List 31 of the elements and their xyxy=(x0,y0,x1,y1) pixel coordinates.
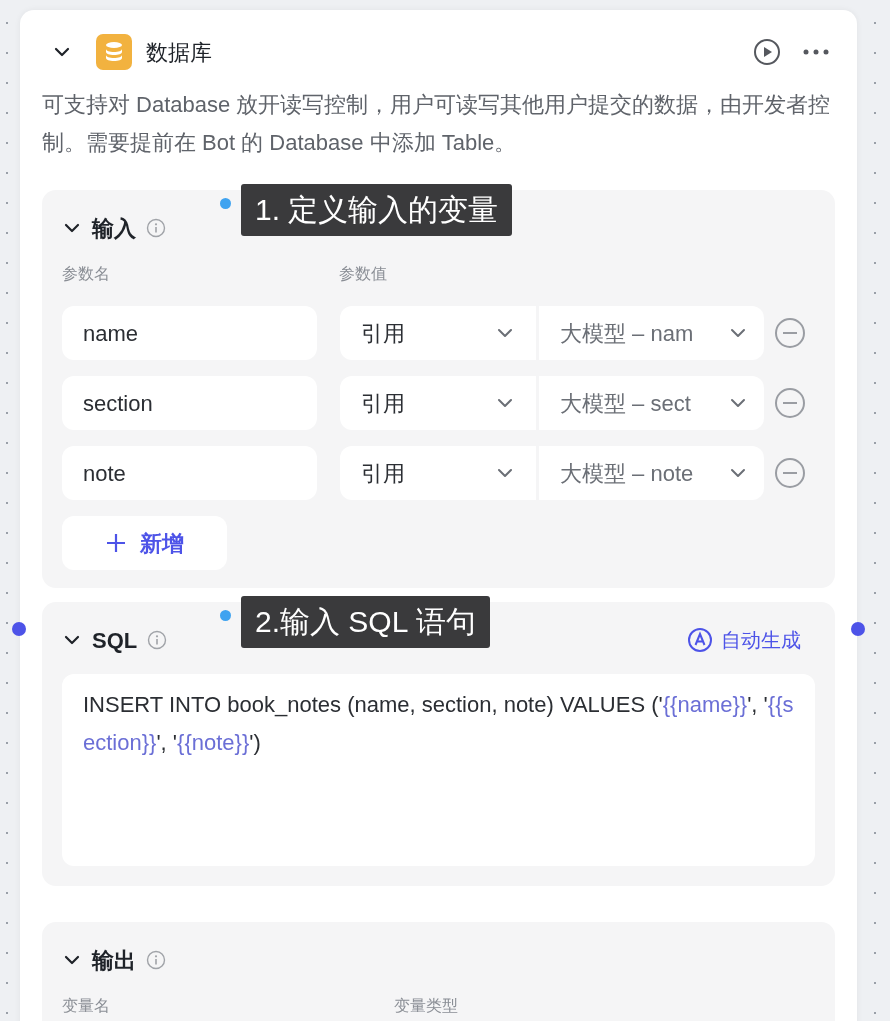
section-title: 输出 xyxy=(92,946,136,975)
node-title: 数据库 xyxy=(146,38,212,67)
source-select[interactable]: 引用 xyxy=(340,376,536,430)
play-icon[interactable] xyxy=(753,38,781,66)
column-header: 参数值 xyxy=(339,264,388,284)
info-icon xyxy=(146,218,166,238)
database-icon xyxy=(96,34,132,70)
source-select[interactable]: 引用 xyxy=(340,446,536,500)
more-icon[interactable] xyxy=(803,49,829,55)
sql-editor[interactable]: INSERT INTO book_notes (name, section, note) VALUES ('{{name}}', '{{section}}', '{{note}}') xyxy=(62,674,815,866)
column-header: 变量类型 xyxy=(394,996,459,1016)
column-header: 参数名 xyxy=(62,264,111,284)
parameter-name-field[interactable]: section xyxy=(62,376,317,430)
section-title: SQL xyxy=(92,626,138,655)
info-icon xyxy=(147,630,168,650)
auto-generate-button[interactable]: 自动生成 xyxy=(687,625,801,655)
plus-icon xyxy=(105,533,126,553)
value-select[interactable]: 大模型 – sect xyxy=(539,376,764,430)
annotation-label: 1. 定义输入的变量 xyxy=(241,184,513,236)
section-title: 输入 xyxy=(92,214,136,243)
parameter-name-field[interactable]: note xyxy=(62,446,317,500)
add-button[interactable]: 新增 xyxy=(62,516,227,570)
value-select[interactable]: 大模型 – note xyxy=(539,446,764,500)
value-select[interactable]: 大模型 – nam xyxy=(539,306,764,360)
source-select[interactable]: 引用 xyxy=(340,306,536,360)
letter-a-circle-icon xyxy=(687,627,713,653)
column-header: 变量名 xyxy=(62,996,111,1016)
parameter-name-field[interactable]: name xyxy=(62,306,317,360)
annotation-label: 2.输入 SQL 语句 xyxy=(241,596,490,648)
info-icon xyxy=(146,950,166,970)
node-description: 可支持对 Database 放开读写控制，用户可读写其他用户提交的数据，由开发者控制。需要提前在 Bot 的 Database 中添加 Table。 xyxy=(42,91,832,157)
